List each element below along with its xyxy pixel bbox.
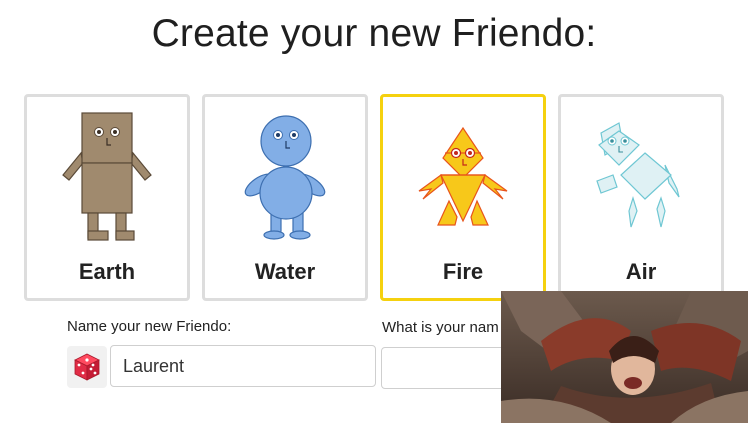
name-field-label: Name your new Friendo: (67, 318, 232, 335)
second-input[interactable] (381, 347, 521, 389)
element-label-fire: Fire (442, 259, 484, 284)
dice-icon (74, 353, 100, 381)
element-label-water: Water (254, 259, 316, 284)
element-label-air: Air (625, 259, 657, 284)
page-title: Create your new Friendo: (151, 12, 597, 55)
element-card-water[interactable]: Water (202, 94, 368, 301)
water-friendo-illustration (244, 115, 326, 240)
person-photo-image (501, 291, 748, 423)
element-card-earth[interactable]: Earth (24, 94, 190, 301)
element-card-air[interactable]: Air (558, 94, 724, 301)
second-field-label: What is your nam (382, 319, 499, 336)
name-input[interactable] (110, 345, 376, 387)
fire-friendo-illustration (418, 126, 508, 226)
overlay-photo (501, 291, 748, 423)
randomize-name-button[interactable] (67, 346, 107, 388)
element-label-earth: Earth (78, 259, 136, 284)
friendo-creator-page: Create your new Friendo: Earth Water Fir… (0, 0, 748, 423)
element-card-fire[interactable]: Fire (380, 94, 546, 301)
earth-friendo-illustration (62, 112, 152, 241)
air-friendo-illustration (596, 122, 680, 228)
